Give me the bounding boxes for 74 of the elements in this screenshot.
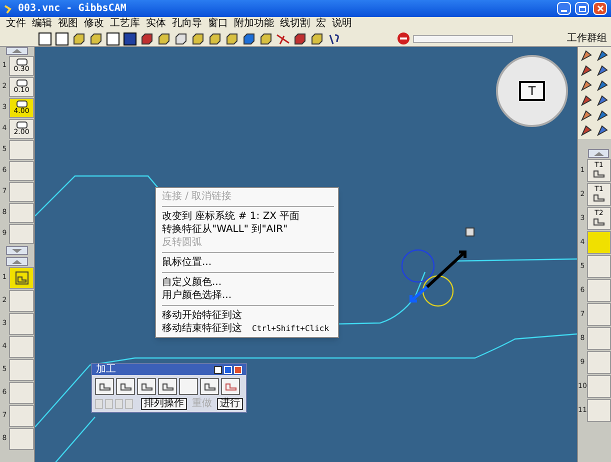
menu-item[interactable]: 文件 bbox=[6, 19, 26, 29]
close-icon[interactable] bbox=[234, 366, 242, 374]
tool-icon[interactable] bbox=[580, 94, 593, 107]
workgroup-label: 工作群组 bbox=[567, 34, 607, 44]
operation-icon bbox=[593, 193, 605, 202]
palette-button[interactable]: 进行 bbox=[217, 398, 243, 410]
tool-icon bbox=[16, 58, 28, 66]
menu-option[interactable]: 移动结束特征到这 Ctrl+Shift+Click bbox=[162, 322, 338, 335]
tool-icon[interactable] bbox=[596, 94, 608, 107]
menu-item[interactable]: 孔向导 bbox=[172, 19, 202, 29]
minimize-icon[interactable] bbox=[224, 366, 232, 374]
close-icon bbox=[596, 5, 604, 12]
tool-icon bbox=[16, 121, 28, 129]
tool-icon[interactable] bbox=[580, 79, 593, 92]
machining-button[interactable] bbox=[95, 378, 114, 395]
menu-option[interactable]: 自定义颜色... bbox=[162, 276, 338, 289]
tool-icon[interactable] bbox=[596, 64, 608, 77]
shortcut-text: Ctrl+Shift+Click bbox=[252, 324, 330, 332]
machining-button[interactable] bbox=[179, 378, 198, 395]
menu-item[interactable]: 线切割 bbox=[280, 19, 310, 29]
operation-icon bbox=[204, 382, 216, 391]
window-title: 003.vnc - GibbsCAM bbox=[18, 2, 126, 16]
menu-option[interactable]: 转换特征从"WALL" 到"AIR" bbox=[162, 223, 338, 236]
menu-item[interactable]: 附加功能 bbox=[234, 19, 274, 29]
menu-item[interactable]: 实体 bbox=[146, 19, 166, 29]
menu-item[interactable]: 工艺库 bbox=[110, 19, 140, 29]
palette-button[interactable]: 排列操作 bbox=[141, 398, 187, 410]
scroll-down-button[interactable] bbox=[6, 246, 28, 255]
tool-icon[interactable] bbox=[580, 49, 593, 62]
palette-title: 加工 bbox=[96, 364, 117, 374]
process-slot[interactable] bbox=[9, 266, 34, 288]
tool-icon[interactable] bbox=[596, 124, 608, 137]
stop-icon[interactable] bbox=[397, 32, 410, 45]
scroll-up-button[interactable] bbox=[588, 149, 609, 158]
tool-icon[interactable] bbox=[596, 79, 608, 92]
scroll-up-button[interactable] bbox=[6, 47, 28, 55]
menu-item[interactable]: 宏 bbox=[316, 19, 326, 29]
tool-icon[interactable] bbox=[580, 124, 593, 137]
machining-button[interactable] bbox=[137, 378, 156, 395]
machining-button[interactable] bbox=[221, 378, 240, 395]
menu-option[interactable]: 移动开始特征到这 bbox=[162, 309, 338, 322]
machining-button[interactable] bbox=[200, 378, 219, 395]
tool-icon[interactable] bbox=[580, 64, 593, 77]
minimize-button[interactable] bbox=[557, 2, 571, 15]
operation-icon bbox=[224, 382, 236, 391]
tool-icon[interactable] bbox=[580, 109, 593, 122]
operation-icon bbox=[593, 217, 605, 226]
maximize-button[interactable] bbox=[575, 2, 589, 15]
line-icon[interactable] bbox=[276, 32, 290, 46]
operation-icon bbox=[140, 382, 152, 391]
pin-icon[interactable] bbox=[214, 366, 222, 374]
menu-option[interactable]: 改变到 座标系统 # 1: ZX 平面 bbox=[162, 210, 338, 223]
tool-icon bbox=[16, 100, 28, 108]
app-icon bbox=[4, 4, 14, 14]
tool-icon[interactable] bbox=[596, 109, 608, 122]
menu-option[interactable]: 用户颜色选择... bbox=[162, 289, 338, 302]
machining-button[interactable] bbox=[158, 378, 177, 395]
process-icon bbox=[14, 270, 28, 284]
menu-item[interactable]: 窗口 bbox=[208, 19, 228, 29]
menu-item[interactable]: 说明 bbox=[332, 19, 352, 29]
menu-item[interactable]: 视图 bbox=[58, 19, 78, 29]
operation-icon bbox=[162, 382, 174, 391]
menu-option[interactable]: 鼠标位置... bbox=[162, 256, 338, 269]
menu-item[interactable]: 修改 bbox=[84, 19, 104, 29]
close-button[interactable] bbox=[593, 2, 607, 15]
menu-item[interactable]: 编辑 bbox=[32, 19, 52, 29]
tool-icon[interactable] bbox=[596, 49, 608, 62]
tool-icon bbox=[16, 79, 28, 87]
radial-menu[interactable]: T bbox=[496, 55, 568, 127]
radial-center-button[interactable]: T bbox=[519, 81, 545, 101]
operation-icon bbox=[120, 382, 132, 391]
machining-button[interactable] bbox=[116, 378, 135, 395]
operation-icon bbox=[593, 169, 605, 178]
operation-icon bbox=[98, 382, 110, 391]
